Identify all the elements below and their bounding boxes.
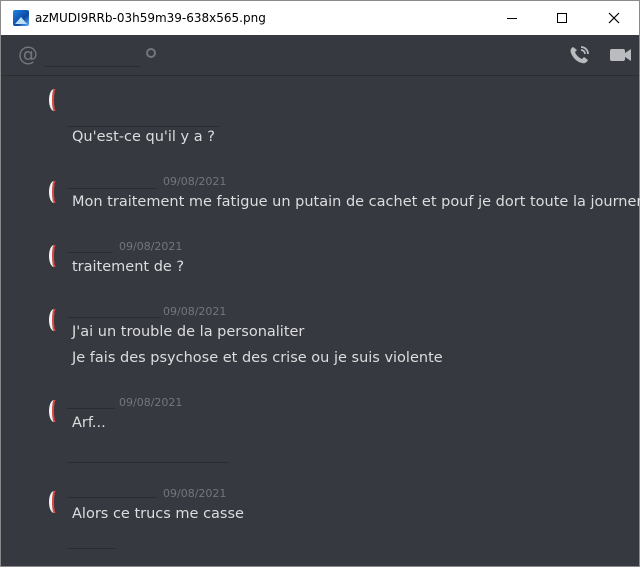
embed-placeholder bbox=[67, 462, 229, 463]
message-text: Arf... bbox=[72, 415, 106, 431]
avatar[interactable] bbox=[49, 400, 59, 422]
avatar[interactable] bbox=[49, 245, 59, 267]
avatar[interactable] bbox=[49, 89, 59, 111]
username[interactable] bbox=[67, 188, 157, 189]
message-text: Mon traitement me fatigue un putain de c… bbox=[72, 194, 640, 210]
at-icon: @ bbox=[18, 42, 38, 66]
video-camera-icon[interactable] bbox=[609, 44, 633, 66]
avatar[interactable] bbox=[49, 491, 59, 513]
recipient-name[interactable] bbox=[45, 66, 141, 67]
title-bar[interactable]: azMUDI9RRb-03h59m39-638x565.png bbox=[1, 1, 639, 35]
username[interactable] bbox=[67, 252, 113, 253]
message-text: Qu'est-ce qu'il y a ? bbox=[72, 129, 215, 145]
username[interactable] bbox=[67, 497, 157, 498]
username[interactable] bbox=[67, 317, 161, 318]
username[interactable] bbox=[67, 408, 115, 409]
avatar[interactable] bbox=[49, 181, 59, 203]
app-window: azMUDI9RRb-03h59m39-638x565.png @ Qu'est… bbox=[0, 0, 640, 567]
message-timestamp: 09/08/2021 bbox=[163, 487, 227, 500]
minimize-button[interactable] bbox=[489, 1, 535, 35]
phone-call-icon[interactable] bbox=[567, 44, 591, 66]
close-button[interactable] bbox=[591, 1, 637, 35]
maximize-button[interactable] bbox=[539, 1, 585, 35]
message-timestamp: 09/08/2021 bbox=[163, 305, 227, 318]
message-timestamp: 09/08/2021 bbox=[119, 240, 183, 253]
channel-header: @ bbox=[1, 35, 639, 76]
username[interactable] bbox=[67, 126, 219, 127]
message-list[interactable]: Qu'est-ce qu'il y a ? 09/08/2021 Mon tra… bbox=[1, 77, 640, 567]
typing-placeholder bbox=[67, 548, 115, 549]
message-timestamp: 09/08/2021 bbox=[163, 175, 227, 188]
status-dot-icon bbox=[146, 48, 156, 58]
close-icon bbox=[608, 12, 620, 24]
message-text: traitement de ? bbox=[72, 259, 185, 275]
window-title: azMUDI9RRb-03h59m39-638x565.png bbox=[35, 11, 266, 25]
maximize-icon bbox=[557, 13, 567, 23]
message-text: J'ai un trouble de la personaliter bbox=[72, 324, 305, 340]
message-text: Alors ce trucs me casse bbox=[72, 506, 244, 522]
message-timestamp: 09/08/2021 bbox=[119, 396, 183, 409]
image-file-icon bbox=[13, 10, 29, 26]
avatar[interactable] bbox=[49, 309, 59, 331]
message-text: Je fais des psychose et des crise ou je … bbox=[72, 350, 443, 366]
minimize-icon bbox=[507, 17, 517, 19]
